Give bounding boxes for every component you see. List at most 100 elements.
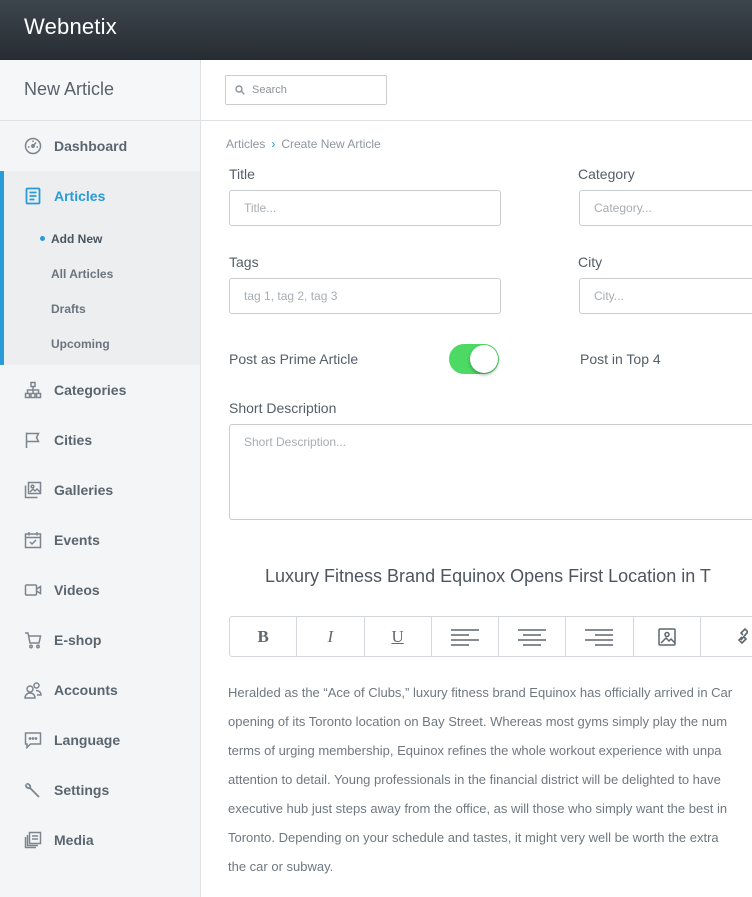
hierarchy-icon	[24, 381, 42, 399]
body-line: attention to detail. Young professionals…	[228, 772, 721, 787]
sidebar-item-label: Videos	[54, 582, 100, 598]
sidebar-group-articles: Articles Add New All Articles Drafts Upc…	[0, 171, 200, 365]
sidebar-item-galleries[interactable]: Galleries	[0, 465, 200, 515]
tags-input[interactable]	[229, 278, 501, 314]
sidebar-item-events[interactable]: Events	[0, 515, 200, 565]
sidebar-title: New Article	[0, 60, 200, 121]
sidebar-item-eshop[interactable]: E-shop	[0, 615, 200, 665]
submenu-item-all-articles[interactable]: All Articles	[4, 256, 200, 291]
tags-label: Tags	[229, 254, 259, 270]
bold-icon: B	[257, 626, 269, 646]
submenu-item-upcoming[interactable]: Upcoming	[4, 326, 200, 361]
submenu-item-drafts[interactable]: Drafts	[4, 291, 200, 326]
submenu-label: Add New	[51, 231, 103, 246]
body-line: Toronto. Depending on your schedule and …	[228, 830, 719, 845]
title-input[interactable]	[229, 190, 501, 226]
align-center-button[interactable]	[499, 617, 567, 656]
align-right-button[interactable]	[566, 617, 634, 656]
dashboard-icon	[24, 137, 42, 155]
current-dot-icon	[40, 236, 45, 241]
italic-button[interactable]: I	[297, 617, 365, 656]
image-icon	[657, 627, 676, 646]
city-input[interactable]	[579, 278, 752, 314]
city-label: City	[578, 254, 603, 270]
title-label: Title	[229, 166, 255, 182]
body-line: the car or subway.	[228, 859, 334, 874]
document-icon	[24, 187, 42, 205]
category-input[interactable]	[579, 190, 752, 226]
bold-button[interactable]: B	[230, 617, 298, 656]
body-line: Heralded as the “Ace of Clubs,” luxury f…	[228, 685, 733, 700]
video-camera-icon	[24, 581, 42, 599]
sidebar-item-articles[interactable]: Articles	[4, 171, 200, 221]
sidebar-item-label: E-shop	[54, 632, 102, 648]
sidebar: New Article Dashboard Articles Add New A…	[0, 60, 201, 897]
underline-button[interactable]: U	[365, 617, 432, 656]
insert-link-button[interactable]	[701, 617, 752, 656]
main-content: Articles › Create New Article Title Cate…	[201, 60, 752, 897]
wrench-icon	[24, 781, 42, 799]
calendar-icon	[24, 531, 42, 549]
body-line: terms of urging membership, Equinox refi…	[228, 743, 722, 758]
sidebar-item-label: Media	[54, 832, 94, 848]
sidebar-item-accounts[interactable]: Accounts	[0, 665, 200, 715]
media-icon	[24, 831, 42, 849]
sidebar-item-label: Galleries	[54, 482, 114, 498]
top4-label: Post in Top 4	[580, 351, 661, 367]
prime-article-label: Post as Prime Article	[229, 351, 359, 367]
sidebar-item-dashboard[interactable]: Dashboard	[0, 121, 200, 171]
flag-icon	[24, 431, 42, 449]
submenu-label: All Articles	[51, 266, 114, 281]
align-center-icon	[518, 628, 547, 646]
sidebar-item-label: Language	[54, 732, 121, 748]
cart-icon	[24, 631, 42, 649]
link-icon	[738, 627, 749, 644]
align-left-button[interactable]	[432, 617, 499, 656]
underline-icon: U	[391, 626, 404, 646]
sidebar-item-cities[interactable]: Cities	[0, 415, 200, 465]
sidebar-item-categories[interactable]: Categories	[0, 365, 200, 415]
sidebar-nav: Dashboard Articles Add New All Articles …	[0, 121, 200, 865]
sidebar-item-language[interactable]: Language	[0, 715, 200, 765]
insert-image-button[interactable]	[634, 617, 701, 656]
search-icon	[235, 85, 245, 95]
sidebar-item-videos[interactable]: Videos	[0, 565, 200, 615]
short-description-label: Short Description	[229, 400, 337, 416]
category-label: Category	[578, 166, 635, 182]
align-left-icon	[450, 628, 479, 646]
breadcrumb-current: Create New Article	[281, 137, 381, 151]
sidebar-item-label: Cities	[54, 432, 93, 448]
top-bar: Webnetix	[0, 0, 752, 60]
sidebar-item-label: Articles	[54, 188, 106, 204]
search-bar	[201, 60, 752, 121]
chevron-right-icon: ›	[271, 137, 276, 151]
editor-toolbar: B I U	[229, 616, 752, 657]
submenu-item-add-new[interactable]: Add New	[4, 221, 200, 256]
gallery-icon	[24, 481, 42, 499]
search-box[interactable]	[225, 75, 387, 105]
align-right-icon	[585, 628, 614, 646]
submenu-label: Drafts	[51, 301, 86, 316]
sidebar-item-label: Accounts	[54, 682, 118, 698]
body-line: opening of its Toronto location on Bay S…	[228, 714, 728, 729]
users-icon	[24, 681, 42, 699]
prime-article-toggle[interactable]	[449, 344, 499, 374]
sidebar-item-label: Settings	[54, 782, 110, 798]
italic-icon: I	[327, 626, 334, 646]
article-body[interactable]: Heralded as the “Ace of Clubs,” luxury f…	[228, 678, 752, 881]
toggle-knob	[470, 345, 498, 373]
sidebar-item-label: Events	[54, 532, 100, 548]
sidebar-item-label: Categories	[54, 382, 127, 398]
sidebar-item-media[interactable]: Media	[0, 815, 200, 865]
brand-logo[interactable]: Webnetix	[24, 14, 117, 40]
body-line: executive hub just steps away from the o…	[228, 801, 728, 816]
submenu-label: Upcoming	[51, 336, 110, 351]
short-description-textarea[interactable]	[229, 424, 752, 520]
articles-submenu: Add New All Articles Drafts Upcoming	[4, 221, 200, 365]
article-title[interactable]: Luxury Fitness Brand Equinox Opens First…	[265, 566, 711, 587]
chat-icon	[24, 731, 42, 749]
sidebar-item-label: Dashboard	[54, 138, 128, 154]
sidebar-item-settings[interactable]: Settings	[0, 765, 200, 815]
breadcrumb-articles-link[interactable]: Articles	[226, 137, 265, 151]
search-input[interactable]	[252, 84, 372, 96]
